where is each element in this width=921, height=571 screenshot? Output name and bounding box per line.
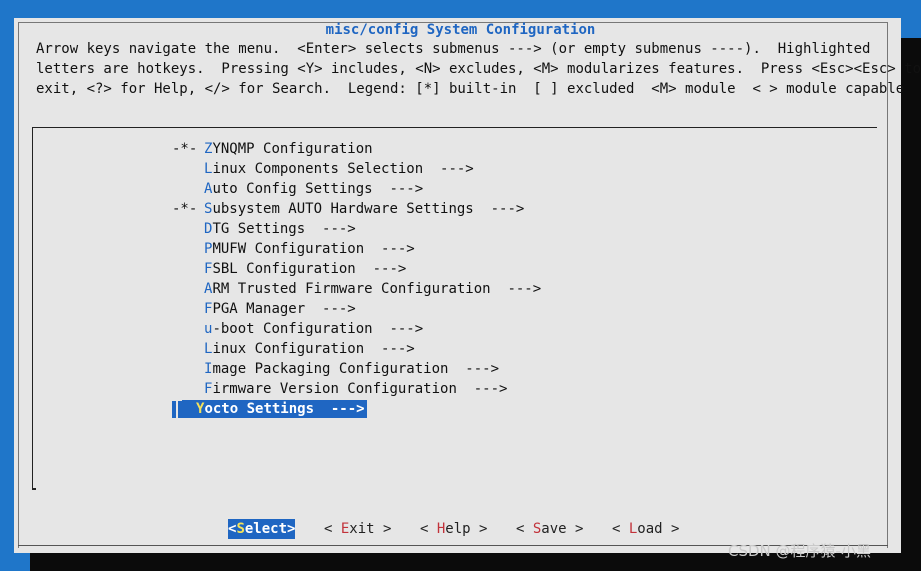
menu-box-corner [32,488,36,490]
help-line-3: exit, <?> for Help, </> for Search. Lege… [36,81,905,97]
menu-item-label: inux Configuration ---> [212,341,415,357]
button-bracket-close: > [287,521,296,537]
button-bracket-open: < [324,521,341,537]
button-label: elp [445,521,471,537]
button-bracket-close: > [470,521,488,537]
menu-item-subsystem-auto-hardware-settings[interactable]: -*- Subsystem AUTO Hardware Settings ---> [172,199,524,219]
menu-box [32,127,877,490]
window-shadow-right [901,38,921,571]
menu-item-fpga-manager[interactable]: FPGA Manager ---> [172,299,356,319]
menu-item-label: YNQMP Configuration [212,141,373,157]
menu-item-label: octo Settings ---> [204,401,365,417]
menu-item-label: TG Settings ---> [212,221,356,237]
menu-item-yocto-settings[interactable]: Yocto Settings ---> [172,399,367,419]
help-line-2: letters are hotkeys. Pressing <Y> includ… [36,61,921,77]
menu-item-label: MUFW Configuration ---> [212,241,415,257]
menu-item-label: inux Components Selection ---> [212,161,474,177]
menu-item-image-packaging-configuration[interactable]: Image Packaging Configuration ---> [172,359,499,379]
menu-item-label: SBL Configuration ---> [212,261,407,277]
selected-item-highlight: Yocto Settings ---> [182,400,367,418]
menu-item-label: PGA Manager ---> [212,301,356,317]
menu-item-label: ubsystem AUTO Hardware Settings ---> [212,201,525,217]
dialog-title: misc/config System Configuration [325,22,596,38]
exit-button[interactable]: < Exit > [324,519,391,539]
menu-item-prefix: -*- [172,201,198,217]
menu-item-pmufw-configuration[interactable]: PMUFW Configuration ---> [172,239,415,259]
button-bracket-open: < [420,521,437,537]
menu-item-dtg-settings[interactable]: DTG Settings ---> [172,219,356,239]
menu-item-linux-components-selection[interactable]: Linux Components Selection ---> [172,159,474,179]
menu-item-zynqmp-configuration[interactable]: -*- ZYNQMP Configuration [172,139,373,159]
menu-item-u-boot-configuration[interactable]: u-boot Configuration ---> [172,319,423,339]
button-bracket-close: > [566,521,584,537]
menu-item-prefix: -*- [172,141,198,157]
menu-item-fsbl-configuration[interactable]: FSBL Configuration ---> [172,259,406,279]
select-button[interactable]: <Select> [228,519,296,539]
menu-item-firmware-version-configuration[interactable]: Firmware Version Configuration ---> [172,379,507,399]
button-bracket-close: > [374,521,392,537]
load-button[interactable]: < Load > [612,519,679,539]
selection-cursor [172,400,176,418]
menu-item-auto-config-settings[interactable]: Auto Config Settings ---> [172,179,423,199]
button-bracket-close: > [662,521,680,537]
menu-item-linux-configuration[interactable]: Linux Configuration ---> [172,339,415,359]
button-label: oad [637,521,663,537]
menu-item-label: mage Packaging Configuration ---> [212,361,500,377]
help-line-1: Arrow keys navigate the menu. <Enter> se… [36,41,871,57]
menu-item-label: RM Trusted Firmware Configuration ---> [212,281,542,297]
save-button[interactable]: < Save > [516,519,583,539]
button-label: xit [349,521,375,537]
menu-item-label: -boot Configuration ---> [212,321,424,337]
button-hotkey: S [236,521,245,537]
button-bracket-open: < [612,521,629,537]
help-button[interactable]: < Help > [420,519,487,539]
button-bracket-open: < [516,521,533,537]
button-label: elect [244,521,288,537]
menu-item-label: irmware Version Configuration ---> [212,381,508,397]
menu-item-arm-trusted-firmware-configuration[interactable]: ARM Trusted Firmware Configuration ---> [172,279,541,299]
menu-item-label: uto Config Settings ---> [212,181,424,197]
watermark: CSDN @程序猿-小黑 [728,542,871,560]
button-label: ave [541,521,567,537]
